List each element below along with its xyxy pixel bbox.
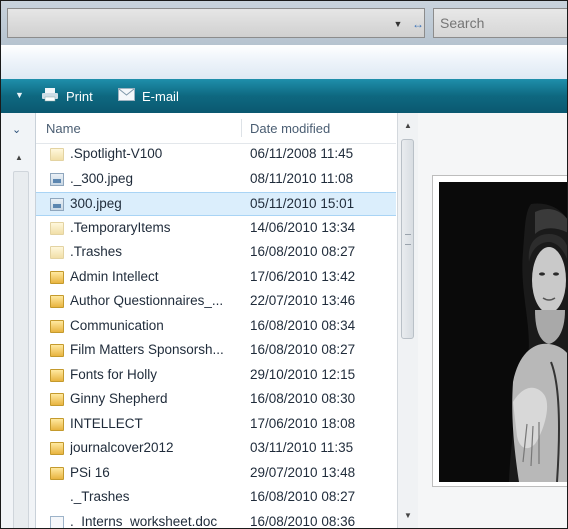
address-bar-area: ▼ ↔ — [1, 1, 567, 45]
file-date: 06/11/2008 11:45 — [250, 146, 354, 161]
file-date: 29/07/2010 13:48 — [250, 465, 356, 480]
file-date: 03/11/2010 11:35 — [250, 440, 354, 455]
file-row[interactable]: Author Questionnaires_... 22/07/2010 13:… — [36, 290, 396, 314]
printer-icon — [41, 87, 59, 105]
file-date: 16/08/2010 08:27 — [250, 244, 356, 259]
scroll-up-icon[interactable]: ▲ — [15, 153, 23, 162]
file-name: Author Questionnaires_... — [70, 293, 224, 308]
file-row[interactable]: .Spotlight-V100 06/11/2008 11:45 — [36, 143, 396, 167]
file-date: 16/08/2010 08:34 — [250, 318, 356, 333]
file-date: 16/08/2010 08:27 — [250, 489, 356, 504]
folder-icon — [50, 467, 64, 480]
explorer-window: ▼ ↔ ▼ Print E-mail ⌄ ▲ Name — [0, 0, 568, 529]
file-row[interactable]: ._Interns_worksheet.doc 16/08/2010 08:36 — [36, 511, 396, 529]
scroll-up-icon[interactable]: ▲ — [404, 121, 412, 130]
file-name: PSi 16 — [70, 465, 110, 480]
image-file-icon — [50, 198, 64, 211]
file-date: 17/06/2010 18:08 — [250, 416, 356, 431]
folder-icon — [50, 271, 64, 284]
file-row[interactable]: .TemporaryItems 14/06/2010 13:34 — [36, 217, 396, 241]
command-toolbar: ▼ Print E-mail — [1, 79, 567, 113]
email-button[interactable]: E-mail — [118, 85, 179, 107]
refresh-icon[interactable]: ↔ — [410, 15, 426, 33]
file-date: 16/08/2010 08:27 — [250, 342, 356, 357]
folder-icon — [50, 246, 64, 259]
scrollbar-thumb[interactable] — [401, 139, 414, 339]
column-divider[interactable] — [241, 119, 242, 137]
file-name: ._300.jpeg — [70, 171, 134, 186]
organize-dropdown-icon[interactable]: ▼ — [15, 90, 24, 100]
navigation-pane: ⌄ ▲ — [1, 113, 36, 528]
file-date: 16/08/2010 08:36 — [250, 514, 356, 529]
file-date: 08/11/2010 11:08 — [250, 171, 354, 186]
file-name: INTELLECT — [70, 416, 143, 431]
file-list: Name Date modified .Spotlight-V100 06/11… — [36, 113, 396, 528]
file-name: ._Trashes — [70, 489, 130, 504]
folder-icon — [50, 369, 64, 382]
print-label: Print — [66, 88, 93, 104]
file-row[interactable]: Communication 16/08/2010 08:34 — [36, 315, 396, 339]
file-name: .Spotlight-V100 — [70, 146, 163, 161]
file-row[interactable]: INTELLECT 17/06/2010 18:08 — [36, 413, 396, 437]
grip-icon — [405, 234, 411, 245]
file-row[interactable]: Fonts for Holly 29/10/2010 12:15 — [36, 364, 396, 388]
file-date: 16/08/2010 08:30 — [250, 391, 356, 406]
file-date: 22/07/2010 13:46 — [250, 293, 356, 308]
folder-icon — [50, 393, 64, 406]
file-name: journalcover2012 — [70, 440, 174, 455]
preview-pane — [418, 113, 567, 528]
file-row[interactable]: Ginny Shepherd 16/08/2010 08:30 — [36, 388, 396, 412]
file-row[interactable]: Film Matters Sponsorsh... 16/08/2010 08:… — [36, 339, 396, 363]
navigation-scrollbar[interactable] — [13, 171, 29, 528]
file-name: Admin Intellect — [70, 269, 159, 284]
search-box[interactable] — [433, 8, 567, 38]
preview-image-frame — [432, 175, 567, 487]
file-name: Fonts for Holly — [70, 367, 158, 382]
file-row[interactable]: .Trashes 16/08/2010 08:27 — [36, 241, 396, 265]
file-list-scrollbar[interactable]: ▲ ▼ — [397, 113, 418, 528]
document-file-icon — [50, 516, 64, 528]
file-name: Film Matters Sponsorsh... — [70, 342, 224, 357]
file-row[interactable]: ._300.jpeg 08/11/2010 11:08 — [36, 168, 396, 192]
chevron-down-icon[interactable]: ⌄ — [12, 123, 21, 136]
file-name: 300.jpeg — [70, 196, 122, 211]
file-name: Ginny Shepherd — [70, 391, 168, 406]
address-dropdown-icon[interactable]: ▼ — [392, 17, 404, 31]
file-row[interactable]: journalcover2012 03/11/2010 11:35 — [36, 437, 396, 461]
folder-icon — [50, 148, 64, 161]
scroll-down-icon[interactable]: ▼ — [404, 511, 412, 520]
file-name: .Trashes — [70, 244, 123, 259]
file-row[interactable]: Admin Intellect 17/06/2010 13:42 — [36, 266, 396, 290]
column-header-row: Name Date modified — [36, 113, 396, 144]
search-input[interactable] — [440, 14, 560, 32]
file-name: ._Interns_worksheet.doc — [70, 514, 218, 529]
file-date: 17/06/2010 13:42 — [250, 269, 356, 284]
file-name: .TemporaryItems — [70, 220, 171, 235]
email-icon — [118, 88, 135, 104]
file-row[interactable]: PSi 16 29/07/2010 13:48 — [36, 462, 396, 486]
folder-icon — [50, 418, 64, 431]
file-date: 29/10/2010 12:15 — [250, 367, 356, 382]
file-date: 05/11/2010 15:01 — [250, 196, 355, 211]
print-button[interactable]: Print — [41, 85, 93, 107]
file-name: Communication — [70, 318, 164, 333]
blank-file-icon — [50, 491, 64, 504]
file-row[interactable]: ._Trashes 16/08/2010 08:27 — [36, 486, 396, 510]
email-label: E-mail — [142, 88, 179, 104]
folder-icon — [50, 222, 64, 235]
image-file-icon — [50, 173, 64, 186]
address-bar[interactable]: ▼ ↔ — [7, 8, 425, 38]
folder-icon — [50, 442, 64, 455]
header-band — [1, 45, 567, 83]
folder-icon — [50, 320, 64, 333]
column-name-header[interactable]: Name — [46, 121, 81, 136]
folder-icon — [50, 295, 64, 308]
file-row-selected[interactable]: 300.jpeg 05/11/2010 15:01 — [36, 192, 396, 216]
folder-icon — [50, 344, 64, 357]
column-date-header[interactable]: Date modified — [250, 121, 330, 136]
preview-image — [439, 182, 567, 482]
file-date: 14/06/2010 13:34 — [250, 220, 356, 235]
